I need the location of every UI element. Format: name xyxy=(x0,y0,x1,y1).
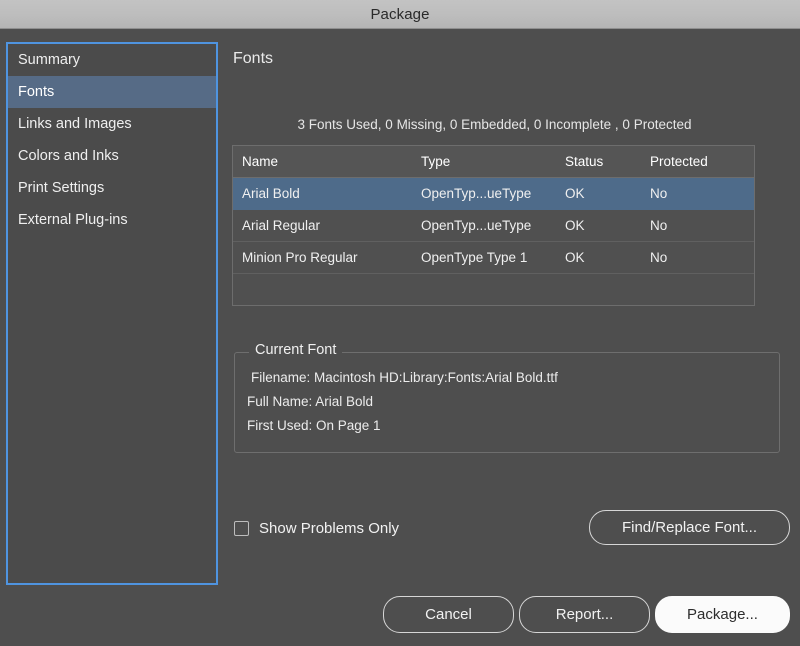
column-header-type[interactable]: Type xyxy=(421,154,565,169)
table-row[interactable]: Arial Regular OpenTyp...ueType OK No xyxy=(233,210,754,242)
cell-protected: No xyxy=(650,218,668,233)
cancel-button[interactable]: Cancel xyxy=(383,596,514,633)
page-title: Fonts xyxy=(233,50,274,67)
show-problems-only-row[interactable]: Show Problems Only xyxy=(234,520,399,537)
cell-type: OpenType Type 1 xyxy=(421,250,528,265)
sidebar-item-label: Links and Images xyxy=(18,116,132,132)
show-problems-only-label: Show Problems Only xyxy=(259,520,400,537)
title-bar: Package xyxy=(0,0,800,29)
cell-type: OpenTyp...ueType xyxy=(421,218,532,233)
sidebar-item-label: Print Settings xyxy=(18,180,105,196)
fonts-panel: Fonts 3 Fonts Used, 0 Missing, 0 Embedde… xyxy=(232,42,792,585)
cell-status: OK xyxy=(565,186,585,201)
cell-protected: No xyxy=(650,250,668,265)
find-replace-font-button[interactable]: Find/Replace Font... xyxy=(589,510,790,545)
report-button-label: Report... xyxy=(555,606,614,623)
sidebar-item-external-plug-ins[interactable]: External Plug-ins xyxy=(8,204,216,236)
cell-status: OK xyxy=(565,218,585,233)
table-empty-row xyxy=(233,274,754,305)
table-row[interactable]: Minion Pro Regular OpenType Type 1 OK No xyxy=(233,242,754,274)
find-replace-font-label: Find/Replace Font... xyxy=(621,519,758,536)
fonts-table[interactable]: Name Type Status Protected Arial Bold Op… xyxy=(232,145,755,306)
current-font-group: Current Font Filename: Macintosh HD:Libr… xyxy=(234,342,780,453)
current-font-filename: Filename: Macintosh HD:Library:Fonts:Ari… xyxy=(251,370,558,385)
sidebar-list[interactable]: Summary Fonts Links and Images Colors an… xyxy=(6,42,218,585)
current-font-full-name: Full Name: Arial Bold xyxy=(247,394,374,409)
table-header-row: Name Type Status Protected xyxy=(233,146,754,178)
sidebar-item-label: Colors and Inks xyxy=(18,148,119,164)
current-font-details: Filename: Macintosh HD:Library:Fonts:Ari… xyxy=(247,366,771,438)
cell-name: Arial Bold xyxy=(242,186,300,201)
sidebar-item-colors-and-inks[interactable]: Colors and Inks xyxy=(8,140,216,172)
current-font-legend: Current Font xyxy=(249,342,343,358)
sidebar-item-label: Fonts xyxy=(18,84,55,100)
cancel-button-label: Cancel xyxy=(425,606,472,623)
cell-protected: No xyxy=(650,186,668,201)
cell-name: Minion Pro Regular xyxy=(242,250,358,265)
column-header-protected[interactable]: Protected xyxy=(650,154,754,169)
sidebar-item-label: External Plug-ins xyxy=(18,212,128,228)
sidebar-item-links-and-images[interactable]: Links and Images xyxy=(8,108,216,140)
cell-type: OpenTyp...ueType xyxy=(421,186,532,201)
sidebar-item-fonts[interactable]: Fonts xyxy=(8,76,216,108)
report-button[interactable]: Report... xyxy=(519,596,650,633)
sidebar-item-label: Summary xyxy=(18,52,81,68)
table-row[interactable]: Arial Bold OpenTyp...ueType OK No xyxy=(233,178,754,210)
sidebar-item-print-settings[interactable]: Print Settings xyxy=(8,172,216,204)
package-button-label: Package... xyxy=(687,606,758,623)
package-dialog: Package Summary Fonts Links and Images C… xyxy=(0,0,800,646)
column-header-status[interactable]: Status xyxy=(565,154,650,169)
sidebar-item-summary[interactable]: Summary xyxy=(8,44,216,76)
dialog-footer: Cancel Report... Package... xyxy=(0,585,800,646)
show-problems-only-checkbox[interactable] xyxy=(234,521,249,536)
cell-name: Arial Regular xyxy=(242,218,321,233)
window-title: Package xyxy=(370,5,430,23)
current-font-first-used: First Used: On Page 1 xyxy=(247,418,381,433)
column-header-name[interactable]: Name xyxy=(233,154,421,169)
package-button[interactable]: Package... xyxy=(655,596,790,633)
fonts-summary-text: 3 Fonts Used, 0 Missing, 0 Embedded, 0 I… xyxy=(297,117,692,132)
cell-status: OK xyxy=(565,250,585,265)
